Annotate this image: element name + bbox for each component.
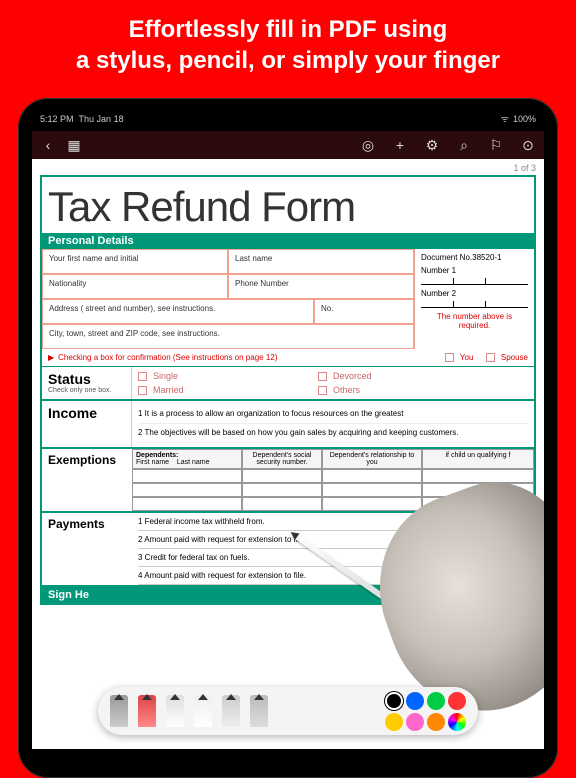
number1-field[interactable] [421, 277, 528, 285]
doc-title: Tax Refund Form [42, 177, 534, 233]
income-title: Income [42, 401, 132, 447]
status-title: Status [48, 371, 125, 387]
checkbox-single[interactable] [138, 372, 147, 381]
color-yellow[interactable] [385, 713, 403, 731]
field-phone[interactable]: Phone Number [228, 274, 414, 299]
hdr-rel: Dependent's relationship to you [322, 449, 422, 469]
app-toolbar: ‹ ▦ ◎ + ⚙ ⌕ ⚐ ⊙ [32, 131, 544, 159]
section-personal: Personal Details [42, 233, 534, 249]
color-green[interactable] [427, 692, 445, 710]
color-picker-icon[interactable] [448, 713, 466, 731]
opt-divorced: Devorced [333, 371, 372, 381]
document-view[interactable]: 1 of 3 Tax Refund Form Personal Details … [32, 159, 544, 749]
back-icon[interactable]: ‹ [40, 137, 56, 153]
opt-others: Others [333, 385, 360, 395]
status-sub: Check only one box. [48, 387, 125, 394]
confirmation-row: ▶ Checking a box for confirmation (See i… [42, 349, 534, 367]
number2-label: Number 2 [421, 289, 528, 298]
pen-tool-2[interactable] [138, 695, 156, 727]
status-options: Single Devorced Married Others [132, 367, 534, 399]
field-nationality[interactable]: Nationality [42, 274, 228, 299]
status-battery: 100% [513, 114, 536, 124]
annotate-icon[interactable]: ◎ [360, 137, 376, 153]
color-blue[interactable] [406, 692, 424, 710]
docno-value: 38520-1 [472, 253, 501, 262]
grid-icon[interactable]: ▦ [66, 137, 82, 153]
color-pink[interactable] [406, 713, 424, 731]
field-city[interactable]: City, town, street and ZIP code, see ins… [42, 324, 414, 349]
marker-tool[interactable] [222, 695, 240, 727]
status-date: Thu Jan 18 [79, 114, 124, 124]
field-address[interactable]: Address ( street and number), see instru… [42, 299, 314, 324]
checkbox-spouse[interactable] [486, 353, 495, 362]
field-no[interactable]: No. [314, 299, 414, 324]
color-orange[interactable] [427, 713, 445, 731]
more-icon[interactable]: ⊙ [520, 137, 536, 153]
promo-headline: Effortlessly fill in PDF using a stylus,… [0, 0, 576, 86]
promo-line-1: Effortlessly fill in PDF using [20, 14, 556, 45]
add-icon[interactable]: + [392, 137, 408, 153]
required-note: The number above is required. [421, 312, 528, 330]
ruler-tool[interactable] [250, 695, 268, 727]
status-time: 5:12 PM [40, 114, 74, 124]
doc-number-panel: Document No.38520-1 Number 1 Number 2 Th… [414, 249, 534, 349]
pen-tool-1[interactable] [110, 695, 128, 727]
checkbox-married[interactable] [138, 386, 147, 395]
search-icon[interactable]: ⌕ [456, 137, 472, 153]
pencil-tool[interactable] [166, 695, 184, 727]
hdr-ssn: Dependent's social security number. [242, 449, 322, 469]
color-swatches [385, 692, 466, 731]
number2-field[interactable] [421, 300, 528, 308]
status-bar: 5:12 PM Thu Jan 18 ᯤ 100% [32, 112, 544, 131]
hdr-fn: First name [136, 459, 169, 466]
exemptions-title: Exemptions [42, 449, 132, 511]
gear-icon[interactable]: ⚙ [424, 137, 440, 153]
drawing-palette[interactable] [98, 687, 478, 735]
page-indicator: 1 of 3 [32, 159, 544, 173]
checkbox-you[interactable] [445, 353, 454, 362]
color-red[interactable] [448, 692, 466, 710]
checkbox-divorced[interactable] [318, 372, 327, 381]
table-row[interactable] [132, 469, 534, 483]
hdr-dep: Dependents: [136, 452, 178, 459]
opt-married: Married [153, 385, 184, 395]
tablet-frame: 5:12 PM Thu Jan 18 ᯤ 100% ‹ ▦ ◎ + ⚙ ⌕ ⚐ … [18, 98, 558, 778]
income-line-2: 2 The objectives will be based on how yo… [138, 424, 528, 443]
payments-title: Payments [42, 513, 132, 585]
label-you: You [460, 353, 474, 362]
color-black[interactable] [385, 692, 403, 710]
promo-line-2: a stylus, pencil, or simply your finger [20, 45, 556, 76]
income-line-1: 1 It is a process to allow an organizati… [138, 405, 528, 424]
number1-label: Number 1 [421, 266, 528, 275]
field-first-name[interactable]: Your first name and initial [42, 249, 228, 274]
label-spouse: Spouse [501, 353, 528, 362]
docno-label: Document No. [421, 253, 472, 262]
hdr-qual: if child un qualifying f [422, 449, 534, 469]
hdr-ln: Last name [177, 459, 210, 466]
triangle-icon: ▶ [48, 353, 54, 362]
wifi-icon: ᯤ [501, 112, 509, 125]
checkbox-others[interactable] [318, 386, 327, 395]
confirm-text: Checking a box for confirmation (See ins… [58, 353, 441, 362]
bookmark-icon[interactable]: ⚐ [488, 137, 504, 153]
eraser-tool[interactable] [194, 695, 212, 727]
field-last-name[interactable]: Last name [228, 249, 414, 274]
opt-single: Single [153, 371, 178, 381]
